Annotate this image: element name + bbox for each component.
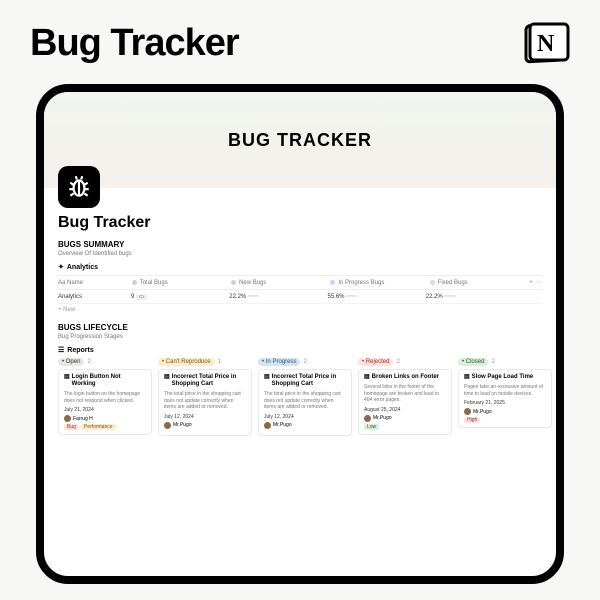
- card-user: Mr.Pugo: [264, 422, 346, 429]
- count-badge: 2: [396, 359, 399, 365]
- analytics-icon: ✦: [58, 263, 64, 271]
- board-column-header[interactable]: • Closed 2: [458, 358, 552, 366]
- card-tags: Low: [364, 424, 446, 430]
- tag: Low: [364, 424, 379, 430]
- card-title: ▤Slow Page Load Time: [464, 374, 546, 381]
- card-user: Mr.Pugo: [464, 408, 546, 415]
- reports-icon: ☰: [58, 346, 64, 354]
- status-pill: • Rejected: [358, 358, 393, 366]
- col-inprog: In Progress Bugs: [330, 280, 415, 286]
- avatar: [64, 415, 71, 422]
- workspace-title: Bug Tracker: [58, 214, 542, 232]
- board-column-header[interactable]: • Rejected 2: [358, 358, 452, 366]
- tag: Bug: [64, 424, 79, 430]
- card-desc: The login button on the homepage does no…: [64, 391, 146, 404]
- avatar: [264, 422, 271, 429]
- card-tags: High: [464, 417, 546, 423]
- hero-title: BUG TRACKER: [228, 130, 372, 151]
- count-badge: 2: [491, 359, 494, 365]
- card-title: ▤Login Button Not Working: [64, 374, 146, 388]
- summary-heading: BUGS SUMMARY: [58, 240, 542, 249]
- card-title: ▤Broken Links on Footer: [364, 374, 446, 381]
- count-badge: 2: [303, 359, 306, 365]
- tag: High: [464, 417, 480, 423]
- status-pill: • Can't Reproduce: [158, 358, 215, 366]
- tab-reports-label: Reports: [67, 347, 93, 354]
- bug-card[interactable]: ▤Slow Page Load Time Pages take an exces…: [458, 369, 552, 428]
- device-frame: BUG TRACKER Bug Tracker BUGS SUMMARY Ove…: [36, 84, 564, 584]
- card-title: ▤Incorrect Total Price in Shopping Cart: [164, 374, 246, 388]
- summary-header-row: Aa Name Total Bugs New Bugs In Progress …: [58, 275, 542, 290]
- doc-icon: ▤: [364, 374, 370, 381]
- table-row[interactable]: Analytics 9 ▭ 22.2% ━━━ 55.6% ━━━ 22.2% …: [58, 290, 542, 304]
- card-date: July 21, 2024: [64, 407, 146, 413]
- lifecycle-sub: Bug Progression Stages: [58, 334, 542, 340]
- card-desc: Several links in the footer of the homep…: [364, 384, 446, 404]
- card-date: July 12, 2024: [264, 414, 346, 420]
- bug-card[interactable]: ▤Login Button Not Working The login butt…: [58, 369, 152, 435]
- cell-name: Analytics: [58, 294, 117, 300]
- card-user: Farrug H: [64, 415, 146, 422]
- cell-total: 9 ▭: [131, 294, 215, 300]
- count-badge: 1: [218, 359, 221, 365]
- doc-icon: ▤: [464, 374, 470, 381]
- card-desc: The total price in the shopping cart doe…: [164, 391, 246, 411]
- doc-icon: ▤: [164, 374, 170, 388]
- status-pill: • Open: [58, 358, 84, 366]
- avatar: [464, 408, 471, 415]
- add-column[interactable]: + ···: [529, 279, 542, 286]
- doc-icon: ▤: [64, 374, 70, 388]
- status-pill: • In Progress: [258, 358, 300, 366]
- card-tags: BugPerformance: [64, 424, 146, 430]
- card-desc: Pages take an excessive amount of time t…: [464, 384, 546, 397]
- tab-analytics-label: Analytics: [67, 264, 98, 271]
- bug-card[interactable]: ▤Broken Links on Footer Several links in…: [358, 369, 452, 435]
- kanban-board: • Open 2 ▤Login Button Not Working The l…: [58, 358, 542, 436]
- col-name: Aa Name: [58, 280, 118, 286]
- card-desc: The total price in the shopping cart doe…: [264, 391, 346, 411]
- doc-icon: ▤: [264, 374, 270, 388]
- avatar: [364, 415, 371, 422]
- board-column-header[interactable]: • Can't Reproduce 1: [158, 358, 252, 366]
- card-date: July 12, 2024: [164, 414, 246, 420]
- board-column-header[interactable]: • In Progress 2: [258, 358, 352, 366]
- card-user: Mr.Pugo: [164, 422, 246, 429]
- board-column-header[interactable]: • Open 2: [58, 358, 152, 366]
- bug-card[interactable]: ▤Incorrect Total Price in Shopping Cart …: [158, 369, 252, 436]
- cell-fixed: 22.2% ━━━: [426, 293, 510, 300]
- card-date: February 21, 2025: [464, 400, 546, 406]
- cell-new: 22.2% ━━━: [229, 293, 313, 300]
- card-date: August 25, 2024: [364, 407, 446, 413]
- col-new: New Bugs: [231, 280, 316, 286]
- col-total: Total Bugs: [132, 280, 217, 286]
- notion-logo-icon: N: [524, 20, 570, 66]
- lifecycle-heading: BUGS LIFECYCLE: [58, 323, 542, 332]
- col-fixed: Fixed Bugs: [430, 280, 515, 286]
- svg-text:N: N: [537, 31, 555, 57]
- bug-icon: [58, 166, 100, 208]
- cell-inprog: 55.6% ━━━: [327, 293, 411, 300]
- hero-banner: BUG TRACKER: [44, 92, 556, 188]
- tab-analytics[interactable]: ✦Analytics: [58, 263, 542, 271]
- card-title: ▤Incorrect Total Price in Shopping Cart: [264, 374, 346, 388]
- tag: Performance: [81, 424, 116, 430]
- tab-reports[interactable]: ☰Reports: [58, 346, 542, 354]
- status-pill: • Closed: [458, 358, 488, 366]
- card-user: Mr.Pugo: [364, 415, 446, 422]
- new-row-button[interactable]: + New: [58, 307, 542, 313]
- bug-card[interactable]: ▤Incorrect Total Price in Shopping Cart …: [258, 369, 352, 436]
- summary-sub: Overview Of Identified bugs: [58, 251, 542, 257]
- count-badge: 2: [87, 359, 90, 365]
- page-title: Bug Tracker: [30, 22, 239, 65]
- avatar: [164, 422, 171, 429]
